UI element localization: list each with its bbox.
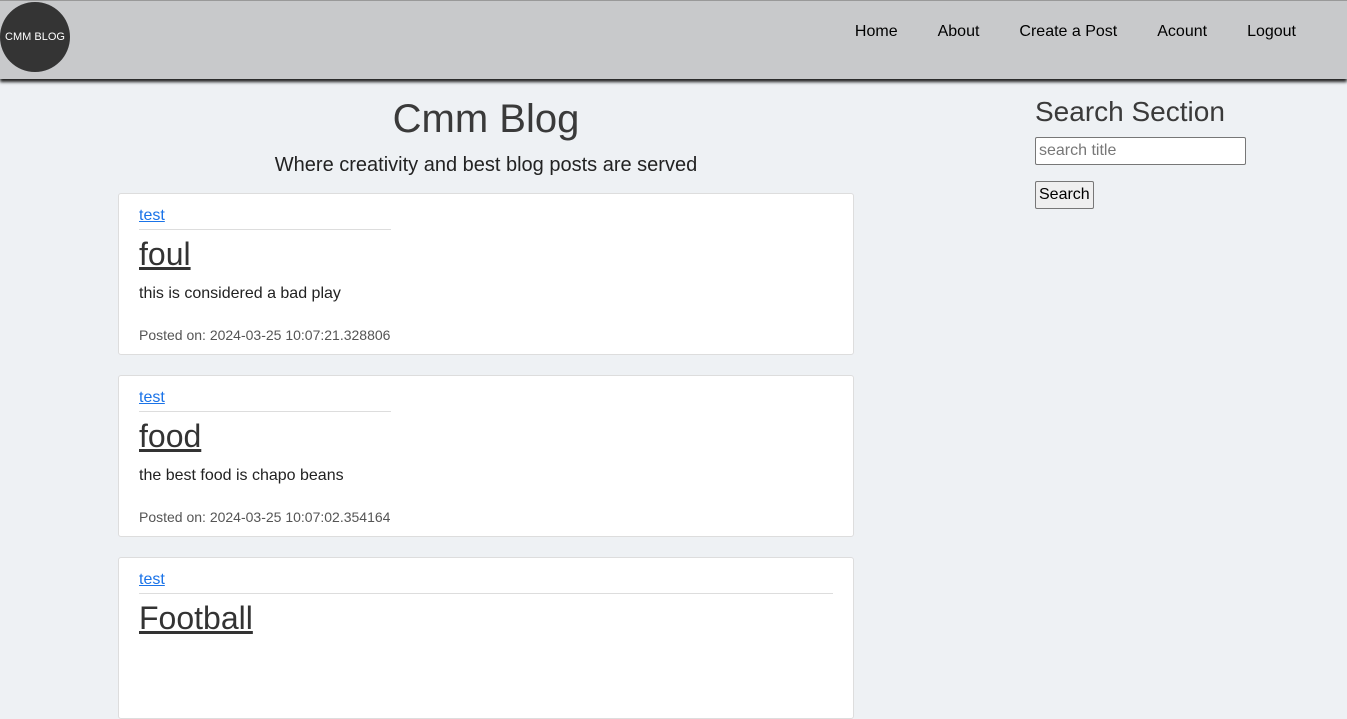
post-divider — [139, 229, 391, 230]
post-date: Posted on: 2024-03-25 10:07:02.354164 — [139, 509, 391, 525]
post-body: the best food is chapo beans — [139, 467, 344, 484]
page-title: Cmm Blog — [392, 97, 580, 141]
search-input[interactable] — [1035, 137, 1246, 165]
post-title-link[interactable]: foul — [139, 236, 833, 272]
nav-logout-link[interactable]: Logout — [1227, 22, 1316, 42]
search-section-title: Search Section — [1035, 96, 1225, 127]
nav-account-link[interactable]: Acount — [1137, 22, 1227, 42]
nav-home-link[interactable]: Home — [835, 22, 918, 42]
post-card: test food the best food is chapo beans P… — [118, 375, 854, 537]
main-nav: Home About Create a Post Acount Logout — [835, 22, 1316, 42]
site-logo[interactable]: CMM BLOG — [0, 2, 70, 72]
post-author-link[interactable]: test — [139, 388, 165, 408]
post-divider — [139, 593, 833, 594]
post-title-link[interactable]: food — [139, 418, 833, 454]
nav-create-post-link[interactable]: Create a Post — [999, 22, 1137, 42]
post-author-link[interactable]: test — [139, 206, 165, 226]
page-subtitle: Where creativity and best blog posts are… — [274, 154, 698, 176]
post-divider — [139, 411, 391, 412]
search-button[interactable]: Search — [1035, 181, 1094, 209]
post-card: test Football — [118, 557, 854, 719]
post-card: test foul this is considered a bad play … — [118, 193, 854, 355]
nav-about-link[interactable]: About — [918, 22, 1000, 42]
main-content: Cmm Blog Where creativity and best blog … — [118, 96, 854, 719]
post-author-link[interactable]: test — [139, 570, 165, 590]
post-title-link[interactable]: Football — [139, 600, 833, 636]
post-body: this is considered a bad play — [139, 285, 341, 302]
post-date: Posted on: 2024-03-25 10:07:21.328806 — [139, 327, 391, 343]
top-navbar: CMM BLOG Home About Create a Post Acount… — [0, 0, 1347, 79]
search-sidebar: Search Section Search — [1035, 96, 1246, 209]
